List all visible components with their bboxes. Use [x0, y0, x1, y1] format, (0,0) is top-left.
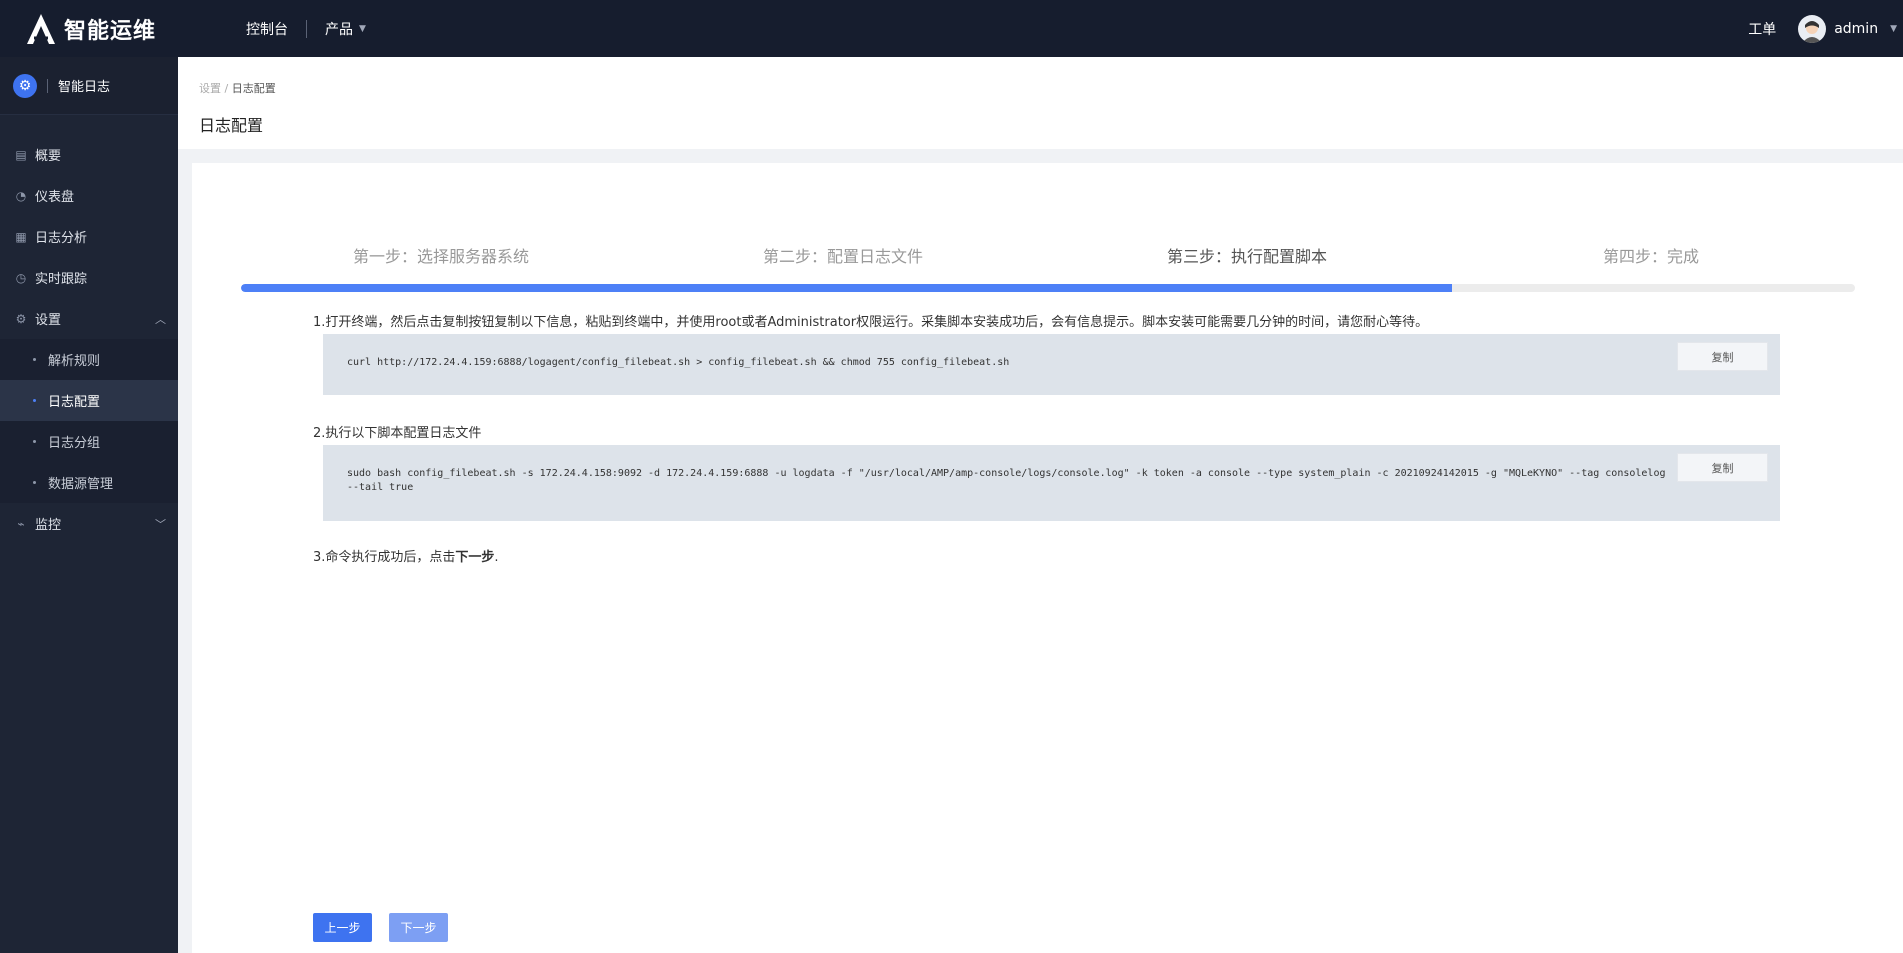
logo-icon	[27, 13, 55, 44]
ticket-link[interactable]: 工单	[1748, 19, 1776, 39]
bullet-icon	[33, 440, 36, 443]
monitor-icon: ⌁	[17, 516, 25, 531]
instruction-3-suffix: .	[494, 550, 499, 565]
instruction-3-next-step: 下一步	[455, 550, 495, 565]
sidebar-subitem-log-groups[interactable]: 日志分组	[0, 421, 178, 462]
clock-icon: ◷	[15, 270, 27, 285]
chevron-down-icon[interactable]: ▼	[1890, 24, 1897, 34]
top-nav: 控制台 产品 ▼	[228, 19, 384, 39]
sidebar-item-log-analysis[interactable]: ▦ 日志分析	[0, 216, 178, 257]
nav-console-label: 控制台	[246, 21, 288, 38]
sidebar: ⚙ 智能日志 ▤ 概要 ◔ 仪表盘 ▦ 日志分析 ◷ 实时跟踪 ⚙ 设置 ︿ 解…	[0, 57, 178, 953]
breadcrumb: 设置 / 日志配置	[199, 80, 276, 96]
sidebar-subitem-log-config[interactable]: 日志配置	[0, 380, 178, 421]
logo-text: 智能运维	[64, 18, 157, 44]
avatar[interactable]	[1798, 14, 1827, 43]
instruction-3: 3.命令执行成功后，点击下一步.	[313, 546, 499, 565]
chevron-up-icon: ︿	[155, 312, 166, 326]
app-gear-icon: ⚙	[13, 73, 37, 98]
sidebar-item-label: 监控	[35, 518, 62, 533]
sidebar-subitem-label: 数据源管理	[48, 477, 114, 492]
log-analysis-icon: ▦	[15, 229, 27, 244]
step-2: 第二步：配置日志文件	[763, 247, 924, 266]
page-title: 日志配置	[199, 116, 264, 135]
instruction-1: 1.打开终端，然后点击复制按钮复制以下信息，粘贴到终端中，并使用root或者Ad…	[313, 315, 1429, 330]
wizard-progress-bar	[241, 284, 1855, 292]
sidebar-item-dashboard[interactable]: ◔ 仪表盘	[0, 175, 178, 216]
top-right: 工单 admin ▼	[1748, 0, 1903, 57]
code-text-2: sudo bash config_filebeat.sh -s 172.24.4…	[347, 468, 1666, 493]
nav-console[interactable]: 控制台	[228, 19, 306, 39]
sidebar-subitem-label: 日志分组	[48, 436, 101, 451]
sidebar-subitem-label: 解析规则	[48, 354, 101, 369]
wizard-progress-fill	[241, 284, 1452, 292]
code-block-2: sudo bash config_filebeat.sh -s 172.24.4…	[323, 445, 1780, 521]
bullet-icon	[33, 481, 36, 484]
sidebar-header-divider	[47, 78, 48, 93]
sidebar-item-label: 日志分析	[35, 231, 88, 246]
step-3: 第三步：执行配置脚本	[1167, 247, 1328, 266]
sidebar-item-realtime[interactable]: ◷ 实时跟踪	[0, 257, 178, 298]
wizard-card: 第一步：选择服务器系统 第二步：配置日志文件 第三步：执行配置脚本 第四步：完成…	[192, 163, 1903, 953]
prev-step-button[interactable]: 上一步	[313, 913, 372, 942]
sidebar-subitem-label: 日志配置	[48, 395, 101, 410]
user-avatar-icon	[1802, 20, 1823, 43]
code-text-1: curl http://172.24.4.159:6888/logagent/c…	[347, 357, 1010, 368]
logo[interactable]: 智能运维	[0, 0, 178, 57]
sidebar-subitem-datasource[interactable]: 数据源管理	[0, 462, 178, 503]
gear-icon: ⚙	[15, 311, 27, 326]
instruction-3-prefix: 3.命令执行成功后，点击	[313, 550, 456, 565]
sidebar-item-label: 概要	[35, 149, 62, 164]
step-4: 第四步：完成	[1603, 247, 1700, 266]
sidebar-item-label: 实时跟踪	[35, 272, 88, 287]
sidebar-item-settings[interactable]: ⚙ 设置 ︿	[0, 298, 178, 339]
breadcrumb-separator: /	[224, 82, 229, 95]
copy-button-1[interactable]: 复制	[1677, 342, 1768, 371]
next-step-button[interactable]: 下一步	[389, 913, 448, 942]
top-bar: 智能运维 控制台 产品 ▼ 工单 admin ▼	[0, 0, 1903, 57]
sidebar-header: ⚙ 智能日志	[0, 57, 178, 115]
sidebar-item-monitor[interactable]: ⌁ 监控 ﹀	[0, 503, 178, 544]
page-header: 设置 / 日志配置 日志配置	[178, 57, 1903, 149]
document-icon: ▤	[15, 147, 27, 162]
nav-products[interactable]: 产品 ▼	[307, 19, 384, 39]
sidebar-item-label: 仪表盘	[35, 190, 75, 205]
copy-button-2[interactable]: 复制	[1677, 453, 1768, 482]
sidebar-item-overview[interactable]: ▤ 概要	[0, 134, 178, 175]
breadcrumb-current: 日志配置	[231, 82, 276, 95]
app-name: 智能日志	[58, 80, 111, 95]
chevron-down-icon: ▼	[359, 23, 366, 34]
chevron-down-icon: ﹀	[155, 517, 166, 531]
bullet-icon	[33, 399, 36, 402]
sidebar-subitem-parse-rules[interactable]: 解析规则	[0, 339, 178, 380]
step-1: 第一步：选择服务器系统	[353, 247, 530, 266]
instruction-2: 2.执行以下脚本配置日志文件	[313, 426, 482, 441]
breadcrumb-root[interactable]: 设置	[199, 82, 221, 95]
wizard-steps: 第一步：选择服务器系统 第二步：配置日志文件 第三步：执行配置脚本 第四步：完成	[192, 243, 1903, 273]
nav-products-label: 产品	[325, 21, 353, 38]
code-block-1: curl http://172.24.4.159:6888/logagent/c…	[323, 334, 1780, 395]
user-name[interactable]: admin	[1834, 21, 1878, 37]
sidebar-item-label: 设置	[35, 313, 62, 328]
dashboard-icon: ◔	[15, 188, 27, 203]
bullet-icon	[33, 358, 36, 361]
